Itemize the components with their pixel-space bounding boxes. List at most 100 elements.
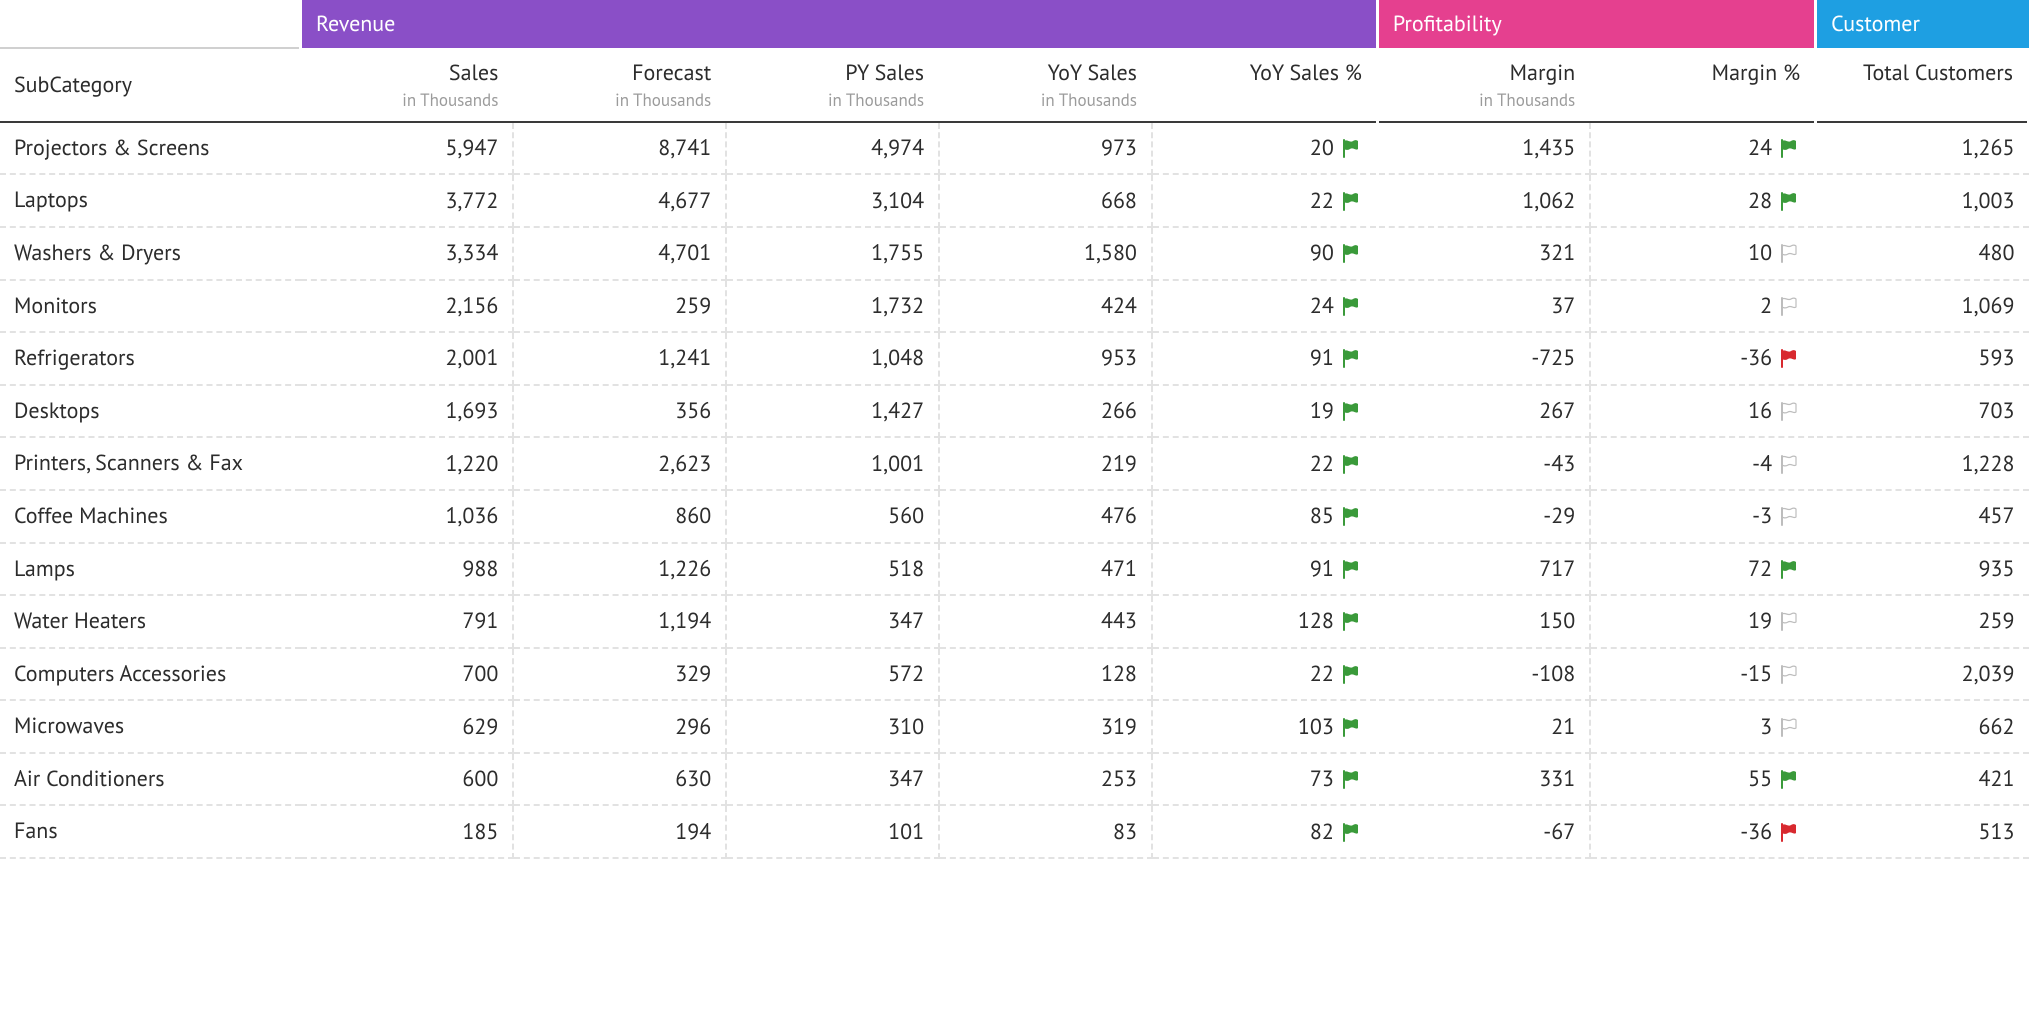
cell-margin-pct: -4 (1590, 437, 1815, 490)
cell-value: 22 (1310, 450, 1334, 478)
cell-margin: 1,435 (1377, 122, 1590, 175)
group-header-row: Revenue Profitability Customer (0, 0, 2029, 48)
row-label: Projectors & Screens (0, 122, 301, 175)
cell-margin: 321 (1377, 227, 1590, 280)
flag-icon (1340, 664, 1362, 684)
cell-value: 10 (1748, 239, 1772, 267)
cell-py-sales: 518 (726, 543, 939, 596)
group-header-profitability[interactable]: Profitability (1377, 0, 1815, 48)
cell-margin-pct: -15 (1590, 648, 1815, 701)
group-header-revenue[interactable]: Revenue (301, 0, 1378, 48)
table-row[interactable]: Microwaves629296310319103213662 (0, 700, 2029, 753)
cell-py-sales: 1,732 (726, 280, 939, 333)
table-row[interactable]: Lamps9881,2265184719171772935 (0, 543, 2029, 596)
cell-yoy-sales-pct: 91 (1152, 332, 1377, 385)
column-header-sublabel: in Thousands (528, 90, 711, 111)
row-label: Monitors (0, 280, 301, 333)
row-label: Lamps (0, 543, 301, 596)
cell-sales: 1,693 (301, 385, 514, 438)
cell-yoy-sales: 266 (939, 385, 1152, 438)
cell-value: 3 (1760, 713, 1772, 741)
cell-py-sales: 560 (726, 490, 939, 543)
table-row[interactable]: Washers & Dryers3,3344,7011,7551,5809032… (0, 227, 2029, 280)
cell-py-sales: 4,974 (726, 122, 939, 175)
row-label: Fans (0, 805, 301, 858)
cell-yoy-sales: 83 (939, 805, 1152, 858)
table-row[interactable]: Monitors2,1562591,732424243721,069 (0, 280, 2029, 333)
cell-margin-pct: 55 (1590, 753, 1815, 806)
cell-py-sales: 347 (726, 753, 939, 806)
column-header-yoy-sales[interactable]: YoY Salesin Thousands (939, 48, 1152, 122)
table-row[interactable]: Projectors & Screens5,9478,7414,97497320… (0, 122, 2029, 175)
cell-value: 20 (1310, 134, 1334, 162)
cell-sales: 791 (301, 595, 514, 648)
cell-total-customers: 935 (1816, 543, 2029, 596)
cell-yoy-sales: 128 (939, 648, 1152, 701)
table-row[interactable]: Water Heaters7911,19434744312815019259 (0, 595, 2029, 648)
flag-icon (1340, 717, 1362, 737)
column-header-sublabel: in Thousands (954, 90, 1137, 111)
cell-margin-pct: 19 (1590, 595, 1815, 648)
table-row[interactable]: Air Conditioners6006303472537333155421 (0, 753, 2029, 806)
flag-icon (1340, 348, 1362, 368)
table-row[interactable]: Printers, Scanners & Fax1,2202,6231,0012… (0, 437, 2029, 490)
cell-margin-pct: 24 (1590, 122, 1815, 175)
cell-py-sales: 1,755 (726, 227, 939, 280)
column-header-margin-pct[interactable]: Margin % (1590, 48, 1815, 122)
column-header-yoy-sales-pct[interactable]: YoY Sales % (1152, 48, 1377, 122)
cell-total-customers: 1,069 (1816, 280, 2029, 333)
cell-sales: 988 (301, 543, 514, 596)
table-row[interactable]: Fans1851941018382-67-36513 (0, 805, 2029, 858)
cell-margin: 37 (1377, 280, 1590, 333)
row-label: Coffee Machines (0, 490, 301, 543)
cell-sales: 629 (301, 700, 514, 753)
cell-yoy-sales-pct: 82 (1152, 805, 1377, 858)
cell-py-sales: 1,001 (726, 437, 939, 490)
cell-value: 85 (1310, 502, 1334, 530)
column-header-margin[interactable]: Marginin Thousands (1377, 48, 1590, 122)
cell-total-customers: 662 (1816, 700, 2029, 753)
flag-icon (1778, 506, 1800, 526)
cell-value: 2 (1760, 292, 1772, 320)
flag-icon (1340, 769, 1362, 789)
flag-icon (1778, 664, 1800, 684)
flag-icon (1778, 296, 1800, 316)
cell-margin: 717 (1377, 543, 1590, 596)
cell-forecast: 2,623 (513, 437, 726, 490)
table-body: Projectors & Screens5,9478,7414,97497320… (0, 122, 2029, 858)
cell-value: 22 (1310, 187, 1334, 215)
column-header-forecast[interactable]: Forecastin Thousands (513, 48, 726, 122)
cell-total-customers: 1,228 (1816, 437, 2029, 490)
column-header-total-customers[interactable]: Total Customers (1816, 48, 2029, 122)
table-row[interactable]: Computers Accessories70032957212822-108-… (0, 648, 2029, 701)
cell-value: -15 (1740, 660, 1772, 688)
cell-margin-pct: -36 (1590, 805, 1815, 858)
cell-value: 91 (1310, 344, 1334, 372)
flag-icon (1340, 506, 1362, 526)
cell-yoy-sales: 219 (939, 437, 1152, 490)
flag-icon (1340, 401, 1362, 421)
flag-icon (1778, 717, 1800, 737)
column-header-label: YoY Sales (954, 60, 1137, 88)
cell-margin-pct: 2 (1590, 280, 1815, 333)
column-header-sales[interactable]: Salesin Thousands (301, 48, 514, 122)
group-header-customer[interactable]: Customer (1816, 0, 2029, 48)
row-label: Water Heaters (0, 595, 301, 648)
cell-yoy-sales-pct: 103 (1152, 700, 1377, 753)
cell-value: 22 (1310, 660, 1334, 688)
cell-py-sales: 310 (726, 700, 939, 753)
column-header-row: SubCategory Salesin ThousandsForecastin … (0, 48, 2029, 122)
cell-forecast: 356 (513, 385, 726, 438)
column-header-py-sales[interactable]: PY Salesin Thousands (726, 48, 939, 122)
cell-value: 16 (1748, 397, 1772, 425)
cell-forecast: 1,226 (513, 543, 726, 596)
flag-icon (1778, 822, 1800, 842)
flag-icon (1778, 454, 1800, 474)
flag-icon (1340, 559, 1362, 579)
column-header-subcategory[interactable]: SubCategory (0, 48, 301, 122)
table-row[interactable]: Laptops3,7724,6773,104668221,062281,003 (0, 174, 2029, 227)
table-row[interactable]: Desktops1,6933561,4272661926716703 (0, 385, 2029, 438)
flag-icon (1778, 559, 1800, 579)
table-row[interactable]: Refrigerators2,0011,2411,04895391-725-36… (0, 332, 2029, 385)
table-row[interactable]: Coffee Machines1,03686056047685-29-3457 (0, 490, 2029, 543)
